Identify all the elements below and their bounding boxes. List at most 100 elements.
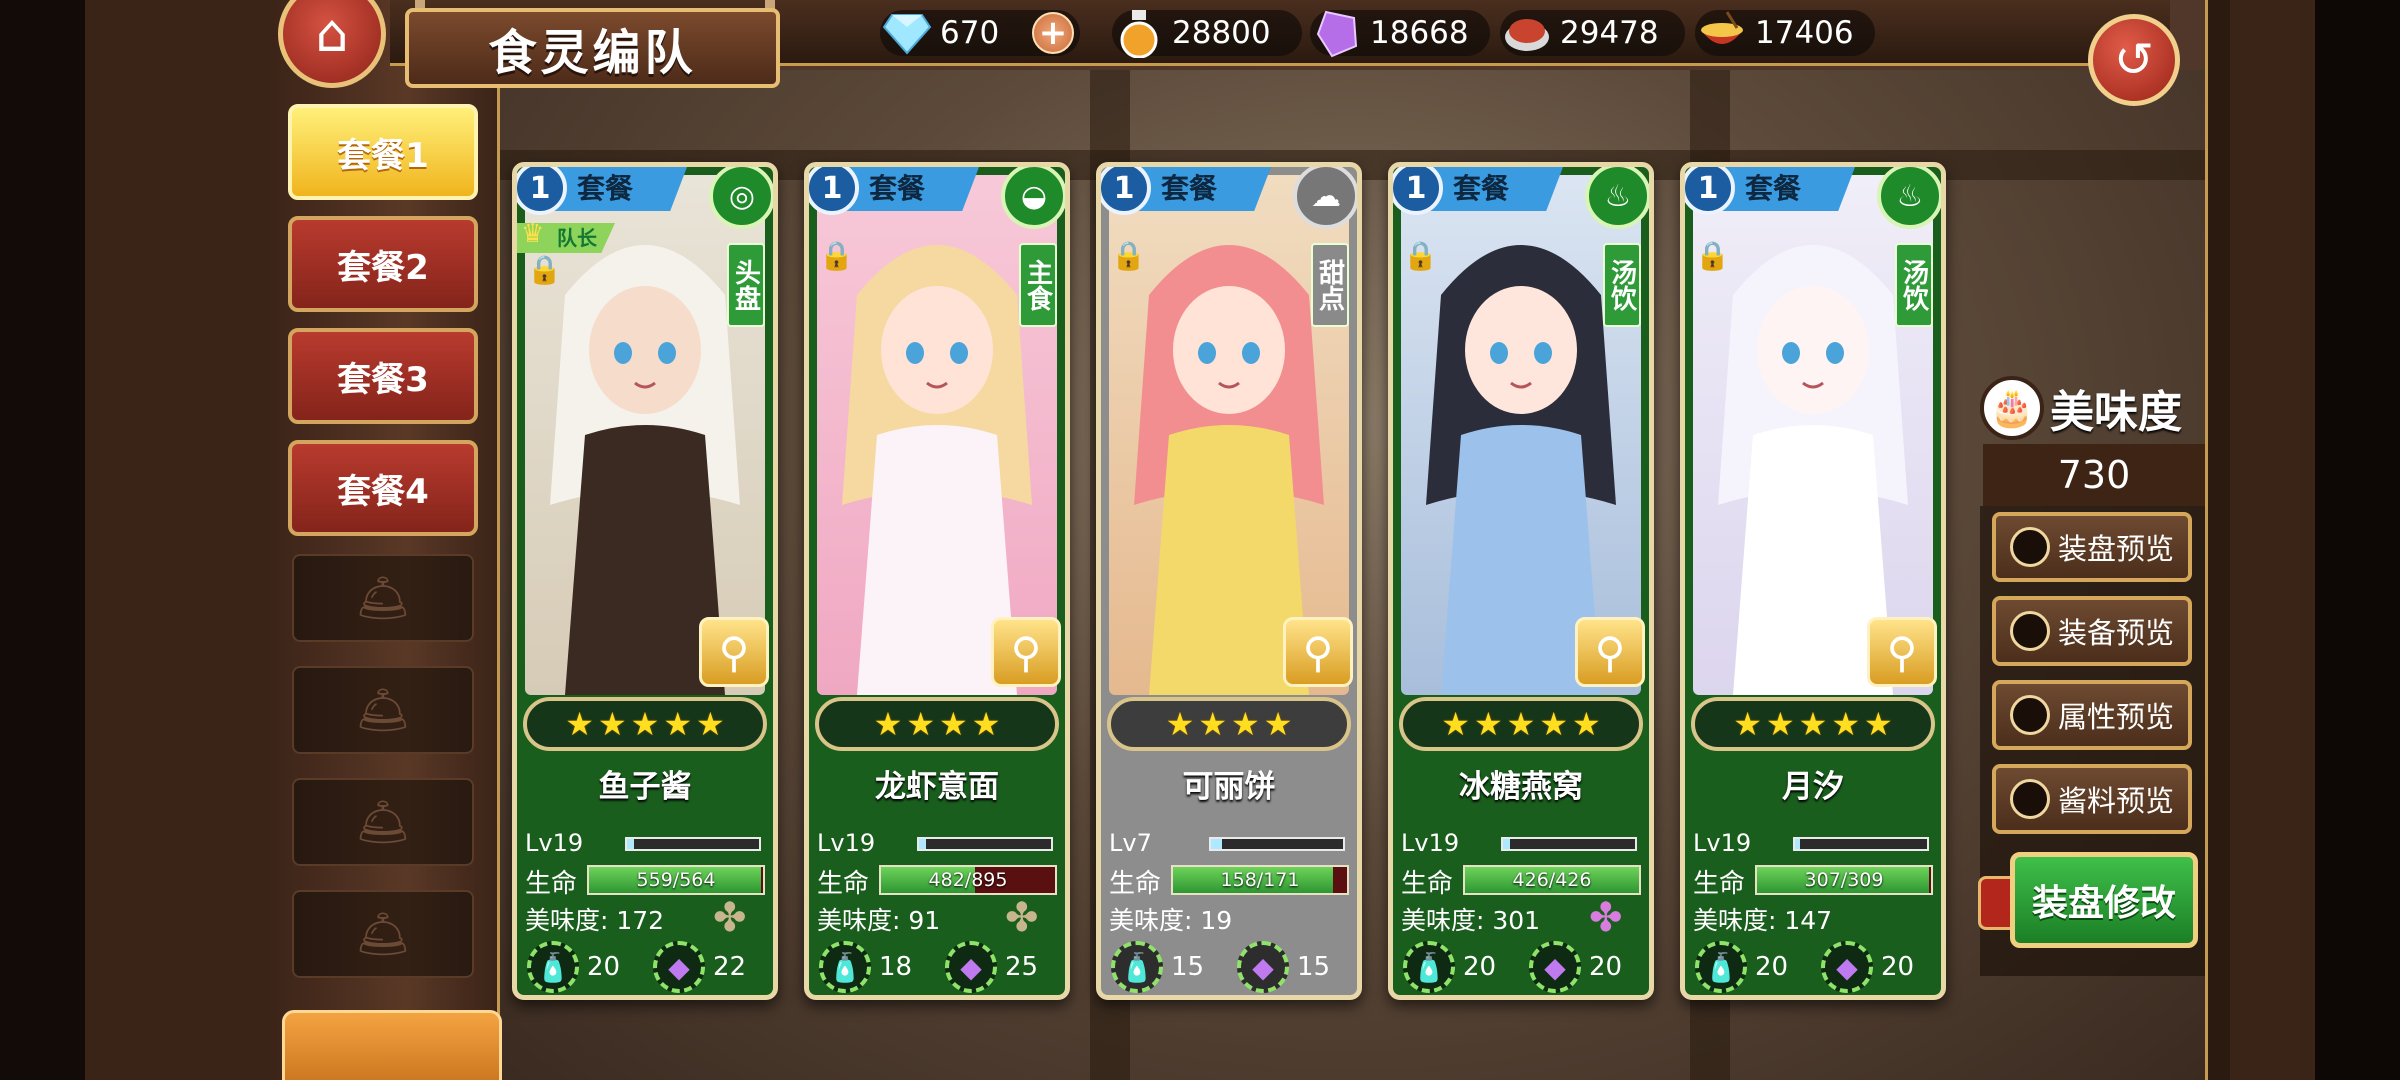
soup-icon: ♨	[1877, 167, 1941, 229]
locked-set-slot[interactable]: 🛎	[292, 554, 474, 642]
cost-value: 25	[1005, 952, 1039, 982]
set-number-badge: 1	[1685, 167, 1735, 215]
xp-bar	[1209, 837, 1345, 851]
lock-icon: 🔒	[819, 239, 854, 272]
lock-icon: 🔒	[1403, 239, 1438, 272]
hp-value: 426/426	[1512, 869, 1592, 891]
cost-bottle: 🧴 15	[1111, 939, 1204, 995]
star-rating: ★ ★ ★ ★ ★	[1691, 697, 1935, 751]
magnify-icon[interactable]: ⚲	[699, 617, 769, 687]
tab-set-4[interactable]: 套餐4	[288, 440, 478, 536]
tab-set-2[interactable]: 套餐2	[288, 216, 478, 312]
bottle-icon: 🧴	[819, 941, 871, 993]
lock-icon: 🔒	[1111, 239, 1146, 272]
crystal-icon: ◆	[945, 941, 997, 993]
sauce-preview-button[interactable]: 酱料预览	[1992, 764, 2192, 834]
hp-value: 307/309	[1804, 869, 1884, 891]
bottle-icon	[1112, 6, 1166, 60]
set-number-badge: 1	[809, 167, 859, 215]
game-screen: ⌂ 食灵编队 670 + 28800 18668 29478 17406 ↺ 套…	[0, 0, 2400, 1080]
bottle-icon: 🧴	[527, 941, 579, 993]
tab-set-1[interactable]: 套餐1	[288, 104, 478, 200]
cost-value: 20	[1755, 952, 1789, 982]
clover-pink-icon: ✤	[1589, 895, 1623, 941]
add-diamond-button[interactable]: +	[1032, 12, 1074, 54]
hp-label: 生命	[1401, 869, 1454, 899]
bottle-icon: 🧴	[1695, 941, 1747, 993]
star-icon: ★	[1864, 705, 1893, 743]
character-card[interactable]: 1 套餐 ◒ 主食 🔒 ⚲ ★ ★ ★ ★ 龙虾意面 Lv19 生命 482/895 …	[804, 162, 1070, 1000]
back-button[interactable]: ↺	[2088, 14, 2180, 106]
level-label: Lv19	[1693, 829, 1752, 857]
resource-value: 28800	[1172, 15, 1271, 51]
set-ribbon: 套餐	[1423, 167, 1563, 211]
character-card[interactable]: 1 套餐 ♨ 汤饮 🔒 ⚲ ★ ★ ★ ★ ★ 冰糖燕窝 Lv19 生命 426/426…	[1388, 162, 1654, 1000]
magnify-icon[interactable]: ⚲	[991, 617, 1061, 687]
hp-value: 559/564	[636, 869, 716, 891]
character-card[interactable]: 1 套餐 ♨ 汤饮 🔒 ⚲ ★ ★ ★ ★ ★ 月汐 Lv19 生命 307/309 美…	[1680, 162, 1946, 1000]
hp-bar: 482/895	[879, 865, 1057, 895]
cost-crystal: ◆ 15	[1237, 939, 1330, 995]
star-icon: ★	[1765, 705, 1795, 743]
edit-plate-button[interactable]: 装盘修改	[2010, 852, 2198, 948]
locked-set-slot[interactable]: 🛎	[292, 666, 474, 754]
star-icon: ★	[663, 705, 693, 743]
magnify-icon[interactable]: ⚲	[1575, 617, 1645, 687]
magnify-icon[interactable]: ⚲	[1867, 617, 1937, 687]
equipment-preview-button[interactable]: 装备预览	[1992, 596, 2192, 666]
cloche-plus-icon: 🛎	[355, 685, 411, 736]
taste-value: 美味度: 91	[817, 906, 941, 935]
bowl-icon	[1695, 6, 1749, 60]
cost-value: 18	[879, 952, 913, 982]
character-name: 月汐	[1782, 769, 1844, 805]
taste-value: 美味度: 172	[525, 906, 665, 935]
crown-icon: ♛	[521, 219, 545, 249]
star-icon: ★	[1831, 705, 1861, 743]
radio-icon	[2010, 527, 2050, 567]
dish-type-tag: 汤饮	[1895, 243, 1933, 327]
star-rating: ★ ★ ★ ★ ★	[1399, 697, 1643, 751]
cupcake-icon: ☁	[1293, 167, 1357, 229]
clover-icon: ✤	[713, 895, 747, 941]
plate-preview-button[interactable]: 装盘预览	[1992, 512, 2192, 582]
back-arrow-icon: ↺	[2113, 32, 2155, 88]
taste-value: 美味度: 301	[1401, 906, 1541, 935]
tab-set-3[interactable]: 套餐3	[288, 328, 478, 424]
cloche-plus-icon: 🛎	[355, 797, 411, 848]
set-number-badge: 1	[517, 167, 567, 215]
hp-bar: 426/426	[1463, 865, 1641, 895]
crystal-icon: ◆	[1237, 941, 1289, 993]
hp-bar: 307/309	[1755, 865, 1933, 895]
star-icon: ★	[1231, 705, 1260, 743]
cost-bottle: 🧴 20	[527, 939, 620, 995]
character-name: 可丽饼	[1182, 769, 1276, 805]
locked-set-slot[interactable]: 🛎	[292, 778, 474, 866]
attribute-preview-button[interactable]: 属性预览	[1992, 680, 2192, 750]
star-icon: ★	[1572, 705, 1601, 743]
bottle-icon: 🧴	[1403, 941, 1455, 993]
hp-label: 生命	[1109, 869, 1162, 899]
magnify-icon[interactable]: ⚲	[1283, 617, 1353, 687]
star-icon: ★	[906, 705, 935, 743]
bottle-icon: 🧴	[1111, 941, 1163, 993]
bottom-left-plate	[282, 1010, 502, 1080]
cost-value: 20	[1881, 952, 1915, 982]
character-card[interactable]: 1 套餐 ◎ 头盘 ♛ 队长 🔒 ⚲ ★ ★ ★ ★ ★ 鱼子酱 Lv19 生命 559/…	[512, 162, 778, 1000]
star-icon: ★	[971, 705, 1001, 743]
star-icon: ★	[1798, 705, 1828, 743]
crystal-icon: ◆	[1821, 941, 1873, 993]
resource-bottle: 28800	[1112, 10, 1302, 58]
hp-label: 生命	[817, 869, 870, 899]
star-rating: ★ ★ ★ ★	[815, 697, 1059, 751]
hp-bar: 559/564	[587, 865, 765, 895]
page-title: 食灵编队	[405, 8, 780, 88]
hp-label: 生命	[1693, 869, 1746, 899]
hp-bar: 158/171	[1171, 865, 1349, 895]
locked-set-slot[interactable]: 🛎	[292, 890, 474, 978]
dish-type-tag: 头盘	[727, 243, 765, 327]
dish-type-tag: 汤饮	[1603, 243, 1641, 327]
cost-value: 22	[713, 952, 747, 982]
set-number-badge: 1	[1393, 167, 1443, 215]
resource-bowl: 17406	[1695, 10, 1875, 56]
character-card[interactable]: 1 套餐 ☁ 甜点 🔒 ⚲ ★ ★ ★ ★ 可丽饼 Lv7 生命 158/171 美味…	[1096, 162, 1362, 1000]
